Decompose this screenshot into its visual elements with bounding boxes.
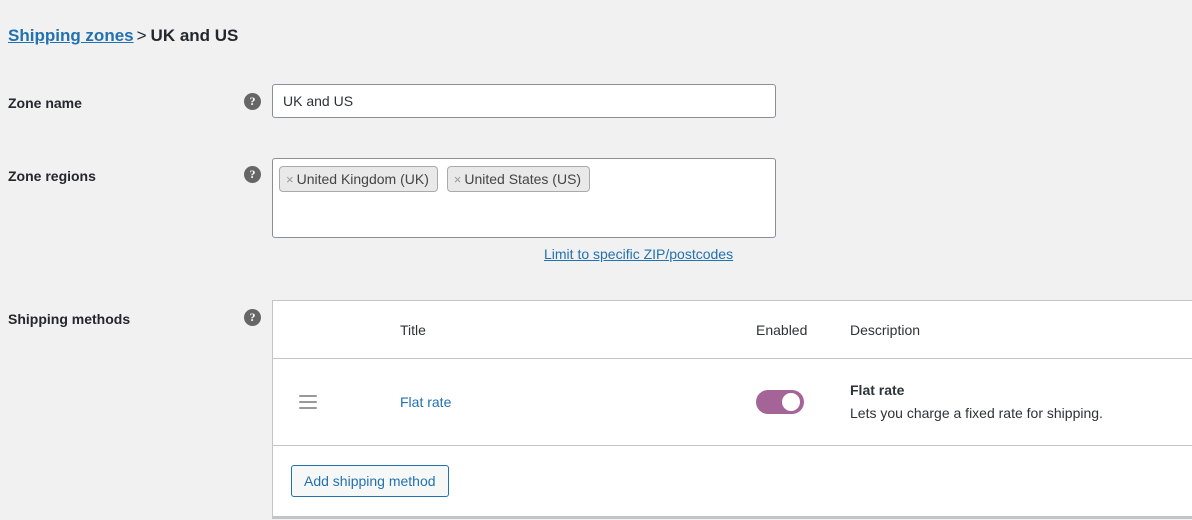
limit-to-postcodes-link[interactable]: Limit to specific ZIP/postcodes <box>544 246 733 262</box>
zone-name-input[interactable] <box>272 84 776 118</box>
column-header-title: Title <box>335 301 756 359</box>
breadcrumb: Shipping zones > UK and US <box>8 22 238 50</box>
zone-name-label: Zone name <box>8 95 82 111</box>
help-icon[interactable]: ? <box>244 166 261 183</box>
column-header-sort <box>273 301 335 359</box>
column-header-description: Description <box>844 301 1192 359</box>
breadcrumb-separator: > <box>136 26 147 45</box>
description-text: Lets you charge a fixed rate for shippin… <box>850 405 1103 421</box>
shipping-methods-table: Title Enabled Description Flat rate Flat… <box>272 300 1192 519</box>
row-description-cell: Flat rate Lets you charge a fixed rate f… <box>844 358 1192 446</box>
table-header-row: Title Enabled Description <box>273 301 1192 359</box>
zone-regions-label: Zone regions <box>8 168 96 184</box>
table-row: Flat rate Flat rate Lets you charge a fi… <box>273 358 1192 446</box>
description-title: Flat rate <box>850 382 905 398</box>
toggle-knob <box>782 393 800 411</box>
zone-regions-control: × United Kingdom (UK) × United States (US)… <box>272 158 776 262</box>
help-icon[interactable]: ? <box>244 93 261 110</box>
shipping-methods-label: Shipping methods <box>8 311 131 327</box>
add-shipping-method-button[interactable]: Add shipping method <box>291 465 449 497</box>
table-footer-row: Add shipping method <box>273 445 1192 518</box>
row-title-cell: Flat rate <box>335 358 756 446</box>
row-enabled-cell <box>756 358 844 446</box>
enabled-toggle[interactable] <box>756 390 804 414</box>
column-header-enabled: Enabled <box>756 301 844 359</box>
drag-handle-icon[interactable] <box>299 395 317 409</box>
region-tag-label: United Kingdom (UK) <box>296 171 429 187</box>
close-icon[interactable]: × <box>454 172 462 187</box>
region-tag[interactable]: × United States (US) <box>446 166 591 192</box>
region-tag[interactable]: × United Kingdom (UK) <box>279 166 438 192</box>
close-icon[interactable]: × <box>286 172 294 187</box>
help-icon[interactable]: ? <box>244 309 261 326</box>
zone-regions-multiselect[interactable]: × United Kingdom (UK) × United States (US) <box>272 158 776 238</box>
shipping-method-link[interactable]: Flat rate <box>335 394 756 410</box>
breadcrumb-current: UK and US <box>150 26 239 45</box>
zone-name-control <box>272 84 776 118</box>
breadcrumb-shipping-zones-link[interactable]: Shipping zones <box>8 26 134 45</box>
row-sort-cell <box>273 358 335 446</box>
region-tag-label: United States (US) <box>464 171 582 187</box>
table-footer-cell: Add shipping method <box>273 445 1192 518</box>
